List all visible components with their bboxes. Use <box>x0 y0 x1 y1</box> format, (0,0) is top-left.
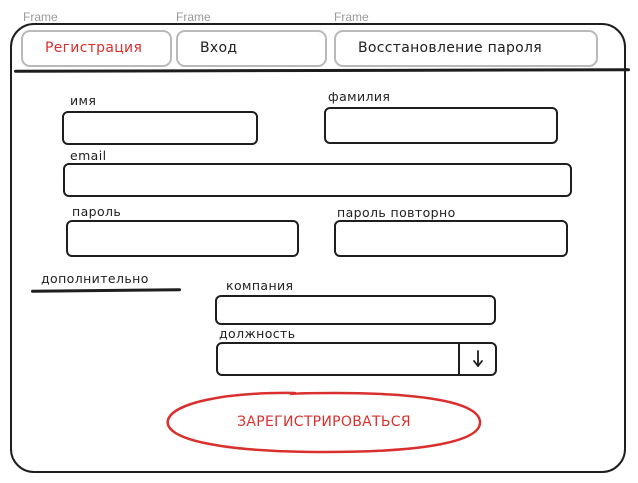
tab-login[interactable]: Вход <box>176 30 327 67</box>
tab-password-recovery-label: Восстановление пароля <box>358 40 542 56</box>
first-name-field[interactable] <box>62 111 258 145</box>
position-label: должность <box>219 326 296 341</box>
email-input[interactable] <box>65 165 570 195</box>
tab-registration[interactable]: Регистрация <box>21 30 172 67</box>
password-repeat-input[interactable] <box>336 222 566 255</box>
password-input[interactable] <box>68 222 297 255</box>
password-field[interactable] <box>66 220 299 257</box>
position-select-toggle[interactable] <box>458 344 495 374</box>
email-label: email <box>70 148 107 163</box>
register-button[interactable]: ЗАРЕГИСТРИРОВАТЬСЯ <box>165 389 483 455</box>
company-input[interactable] <box>217 297 494 323</box>
first-name-input[interactable] <box>64 113 256 143</box>
last-name-field[interactable] <box>324 107 558 144</box>
last-name-label: фамилия <box>328 89 391 104</box>
frame-label-2: Frame <box>176 10 211 24</box>
tab-login-label: Вход <box>200 40 238 56</box>
arrow-down-icon <box>472 350 483 367</box>
frame-label-1: Frame <box>23 10 58 24</box>
last-name-input[interactable] <box>326 109 556 142</box>
section-additional-title: дополнительно <box>41 271 149 286</box>
company-field[interactable] <box>215 295 496 325</box>
first-name-label: имя <box>70 93 97 108</box>
frame-label-3: Frame <box>334 10 369 24</box>
password-repeat-label: пароль повторно <box>337 205 456 220</box>
tab-password-recovery[interactable]: Восстановление пароля <box>334 30 598 67</box>
company-label: компания <box>226 278 294 293</box>
password-repeat-field[interactable] <box>334 220 568 257</box>
password-label: пароль <box>72 204 122 219</box>
tab-registration-label: Регистрация <box>45 40 143 56</box>
register-button-label: ЗАРЕГИСТРИРОВАТЬСЯ <box>237 414 411 430</box>
email-field[interactable] <box>63 163 572 197</box>
position-select[interactable] <box>216 342 497 376</box>
